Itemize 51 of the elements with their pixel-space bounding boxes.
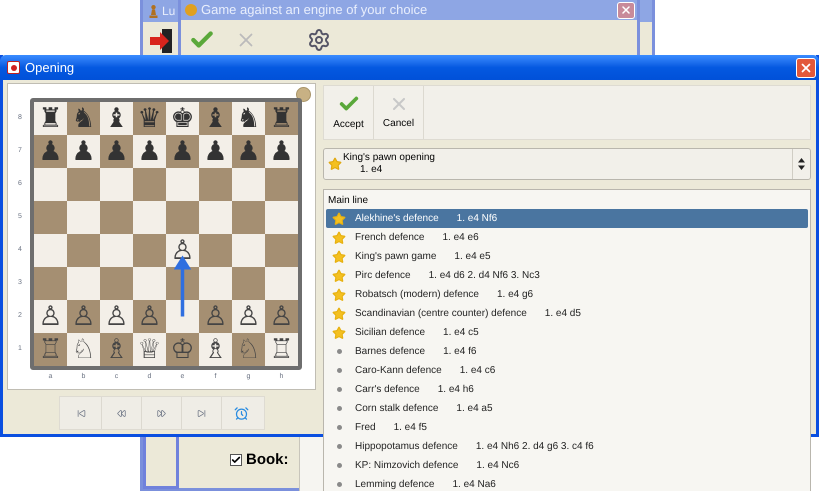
list-item[interactable]: French defence 1. e4 e6 — [326, 228, 808, 247]
list-item[interactable]: Caro-Kann defence 1. e4 c6 — [326, 361, 808, 380]
alarm-clock-icon — [234, 406, 249, 420]
book-label: Book: — [246, 450, 288, 470]
list-item[interactable]: Alekhine's defence 1. e4 Nf6 — [326, 209, 808, 228]
list-item[interactable]: Scandinavian (centre counter) defence 1. e4 d5 — [326, 304, 808, 323]
list-item[interactable]: KP: Nimzovich defence 1. e4 Nc6 — [326, 456, 808, 475]
list-item[interactable]: Lemming defence 1. e4 Na6 — [326, 475, 808, 491]
close-button[interactable] — [617, 2, 635, 18]
book-checkbox[interactable] — [230, 454, 242, 466]
list-item[interactable]: Corn stalk defence 1. e4 a5 — [326, 399, 808, 418]
list-item[interactable]: Robatsch (modern) defence 1. e4 g6 — [326, 285, 808, 304]
rewind-icon — [116, 408, 126, 418]
app-icon — [185, 4, 197, 16]
turn-indicator-icon — [296, 87, 311, 102]
chess-board[interactable]: ♜ ♞ ♝ ♛ ♚ ♝ ♞ ♜ ♟ ♟ ♟ ♟ ♟ ♟ ♟ ♟ ♙ ♙ ♙ ♙ ♙ ♙ ♙ ♙ ♖ ♘ ♗ ♕ ♔ ♗ ♘ ♖ — [30, 98, 302, 370]
settings-icon[interactable] — [307, 28, 331, 52]
list-item[interactable]: Pirc defence 1. e4 d6 2. d4 Nf6 3. Nc3 — [326, 266, 808, 285]
star-icon — [332, 288, 346, 302]
select-value: King's pawn opening — [343, 152, 435, 164]
list-item[interactable]: Sicilian defence 1. e4 c5 — [326, 323, 808, 342]
cancel-button[interactable]: Cancel — [374, 86, 424, 139]
star-icon — [332, 230, 346, 244]
fast-forward-icon — [156, 408, 166, 418]
star-icon — [332, 268, 346, 282]
list-item[interactable]: King's pawn game 1. e4 e5 — [326, 247, 808, 266]
window-title: Game against an engine of your choice — [201, 1, 428, 20]
star-icon — [332, 326, 346, 340]
check-icon — [231, 455, 241, 466]
list-item[interactable]: Barnes defence 1. e4 f6 — [326, 342, 808, 361]
close-button[interactable] — [796, 58, 816, 78]
star-icon — [332, 212, 346, 226]
list-header: Main line — [328, 194, 368, 208]
pawn-icon — [149, 4, 158, 18]
list-item[interactable]: Hippopotamus defence 1. e4 Nh6 2. d4 g6 3. c4 f6 — [326, 437, 808, 456]
app-icon — [7, 61, 20, 74]
list-item[interactable]: Fred 1. e4 f5 — [326, 418, 808, 437]
board-square[interactable] — [166, 300, 199, 333]
list-item[interactable]: Carr's defence 1. e4 h6 — [326, 380, 808, 399]
window-title: Lu — [162, 3, 176, 20]
skip-back-icon — [76, 408, 86, 418]
select-moves: 1. e4 — [359, 164, 384, 176]
accept-button[interactable]: Accept — [324, 86, 374, 139]
star-icon — [332, 306, 346, 320]
close-icon — [620, 4, 632, 16]
star-icon — [332, 250, 346, 264]
window-title: Opening — [25, 58, 74, 77]
opening-select[interactable]: King's pawn opening 1. e4 — [323, 148, 811, 180]
close-icon — [799, 60, 813, 74]
star-icon — [328, 157, 342, 171]
skip-forward-icon — [196, 408, 206, 418]
